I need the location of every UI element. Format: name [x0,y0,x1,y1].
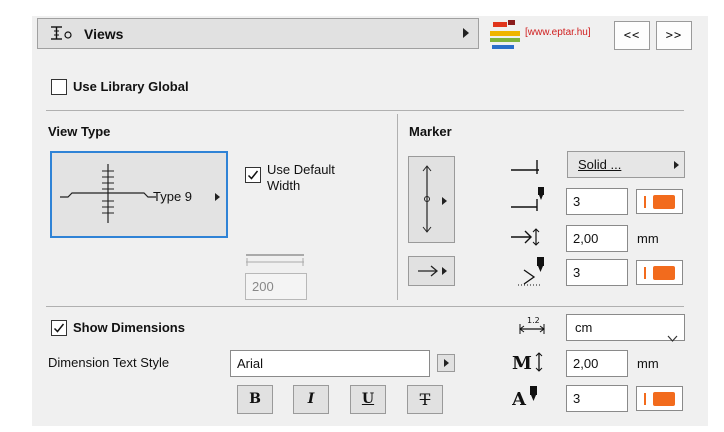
underline-button[interactable]: U [350,385,386,414]
marker-size-icon [509,226,545,251]
marker-direction-selector[interactable] [408,256,455,286]
dimension-unit-value: cm [575,320,593,335]
marker-heading: Marker [409,124,452,139]
dropdown-arrow-icon [215,193,220,201]
marker-pen-icon [516,256,546,289]
width-dimension-icon [245,253,305,270]
marker-line-pen-input[interactable]: 3 [566,188,628,215]
show-dimensions-label: Show Dimensions [73,320,185,335]
font-menu-button[interactable] [437,354,455,372]
bold-button[interactable]: B [237,385,273,414]
line-pen-icon [509,187,545,216]
arrow-right-icon [417,265,439,280]
marker-pen-color-button[interactable] [636,260,683,285]
dimension-text-pen-input[interactable]: 3 [566,385,628,412]
next-button[interactable]: >> [656,21,692,50]
dimension-text-pen-color-button[interactable] [636,386,683,411]
divider [46,110,684,111]
use-library-global-checkbox[interactable] [51,79,67,95]
chevron-down-icon [667,325,678,350]
logo-text: [www.eptar.hu] [525,27,591,38]
line-type-icon [509,154,545,179]
line-type-dropdown[interactable]: Solid ... [567,151,685,178]
use-default-width-label-line2: Width [267,178,301,193]
dimension-text-size-unit: mm [637,356,659,371]
view-type-heading: View Type [48,124,111,139]
dropdown-arrow-icon [442,197,447,205]
view-type-selector[interactable]: Type 9 [50,151,228,238]
svg-text:M: M [512,353,532,374]
dimension-text-style-label: Dimension Text Style [48,355,170,370]
svg-text:1.2: 1.2 [527,316,540,325]
use-default-width-label-line1: Use Default [267,162,335,177]
views-panel-icon [50,25,72,44]
dimension-text-size-input[interactable]: 2,00 [566,350,628,377]
previous-button[interactable]: << [614,21,650,50]
section-divider [397,114,398,300]
strikethrough-button[interactable]: T [407,385,443,414]
width-input[interactable]: 200 [245,273,307,300]
dropdown-arrow-icon [442,267,447,275]
dimension-unit-dropdown[interactable]: cm [566,314,685,342]
use-default-width-checkbox[interactable] [245,167,261,183]
marker-vertical-icon [419,163,435,238]
marker-size-input[interactable]: 2,00 [566,225,628,252]
views-header-title: Views [84,26,124,42]
line-type-value: Solid ... [578,157,622,172]
section-marker-preview-icon [58,161,158,232]
dropdown-arrow-icon [674,161,679,169]
marker-size-unit: mm [637,231,659,246]
dimension-unit-icon: 1.2 [518,314,546,339]
marker-line-pen-color-button[interactable] [636,189,683,214]
marker-pen-input[interactable]: 3 [566,259,628,286]
dimension-font-input[interactable]: Arial [230,350,430,377]
svg-text:A: A [512,389,527,409]
italic-button[interactable]: I [293,385,329,414]
marker-type-selector[interactable] [408,156,455,243]
divider [46,306,684,307]
use-library-global-label: Use Library Global [73,79,189,94]
dropdown-arrow-icon [444,359,449,367]
view-type-value: Type 9 [153,189,193,204]
expand-arrow-icon[interactable] [463,28,469,38]
show-dimensions-checkbox[interactable] [51,320,67,336]
text-size-icon: M [512,350,546,377]
text-pen-icon: A [511,383,546,412]
views-header-bar[interactable]: Views [37,18,479,49]
